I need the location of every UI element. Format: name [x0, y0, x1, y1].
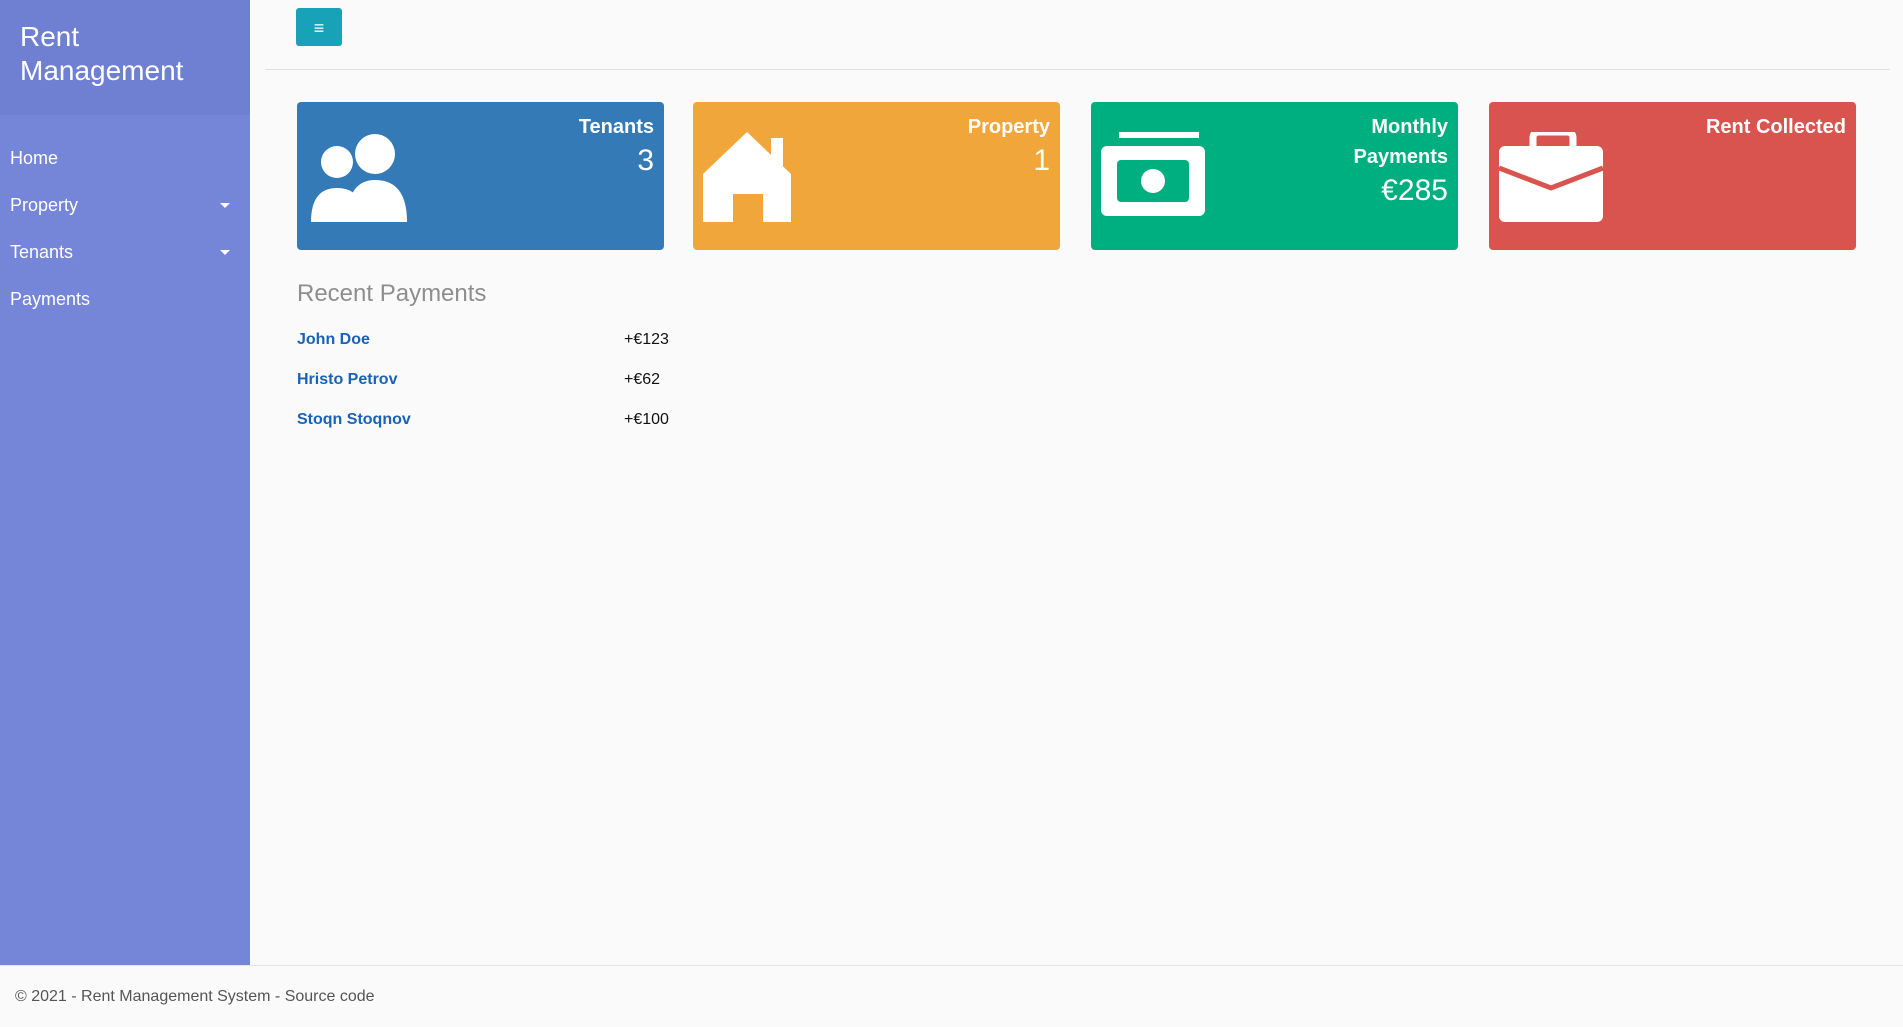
sidebar-item-property[interactable]: Property — [0, 182, 250, 229]
top-navbar: ≡ — [265, 0, 1890, 70]
payment-tenant-link[interactable]: Hristo Petrov — [297, 360, 397, 400]
card-value: 1 — [1033, 144, 1050, 177]
list-item: Stoqn Stoqnov +€100 — [297, 400, 797, 440]
sidebar-toggle-button[interactable]: ≡ — [296, 8, 342, 46]
list-item: Hristo Petrov +€62 — [297, 360, 797, 400]
house-icon — [703, 132, 791, 222]
sidebar: Rent Management Home Property Tenants Pa… — [0, 0, 250, 965]
caret-down-icon — [220, 250, 230, 255]
recent-payments-heading: Recent Payments — [297, 280, 487, 307]
payment-tenant-link[interactable]: Stoqn Stoqnov — [297, 400, 411, 440]
briefcase-icon — [1499, 132, 1604, 222]
list-item: John Doe +€123 — [297, 320, 797, 360]
footer: © 2021 - Rent Management System - Source… — [0, 965, 1903, 1026]
property-card[interactable]: Property 1 — [693, 102, 1060, 250]
users-icon — [311, 134, 407, 222]
money-icon — [1101, 132, 1205, 216]
sidebar-item-payments[interactable]: Payments — [0, 276, 250, 323]
rent-collected-card[interactable]: Rent Collected — [1489, 102, 1856, 250]
card-value: €285 — [1381, 174, 1448, 207]
payment-tenant-link[interactable]: John Doe — [297, 320, 370, 360]
sidebar-item-home[interactable]: Home — [0, 135, 250, 182]
card-title: Rent Collected — [1705, 116, 1846, 138]
card-title: Property — [967, 116, 1050, 138]
sidebar-item-label: Payments — [10, 289, 91, 309]
brand-title[interactable]: Rent Management — [0, 0, 250, 115]
caret-down-icon — [220, 203, 230, 208]
sidebar-item-label: Property — [10, 195, 79, 215]
card-value: 3 — [637, 144, 654, 177]
footer-text: © 2021 - Rent Management System - Source… — [15, 988, 375, 1005]
card-title: Monthly Payments — [1353, 116, 1449, 168]
recent-payments: Recent Payments John Doe +€123 Hristo Pe… — [297, 280, 797, 440]
monthly-payments-card[interactable]: Monthly Payments €285 — [1091, 102, 1458, 250]
card-title: Tenants — [578, 116, 654, 138]
tenants-card[interactable]: Tenants 3 — [297, 102, 664, 250]
payment-amount: +€62 — [624, 371, 661, 388]
sidebar-item-label: Tenants — [10, 242, 74, 262]
sidebar-item-tenants[interactable]: Tenants — [0, 229, 250, 276]
sidebar-item-label: Home — [10, 148, 59, 168]
payment-amount: +€123 — [624, 331, 669, 348]
sidebar-nav: Home Property Tenants Payments — [0, 115, 250, 323]
payment-amount: +€100 — [624, 411, 669, 428]
